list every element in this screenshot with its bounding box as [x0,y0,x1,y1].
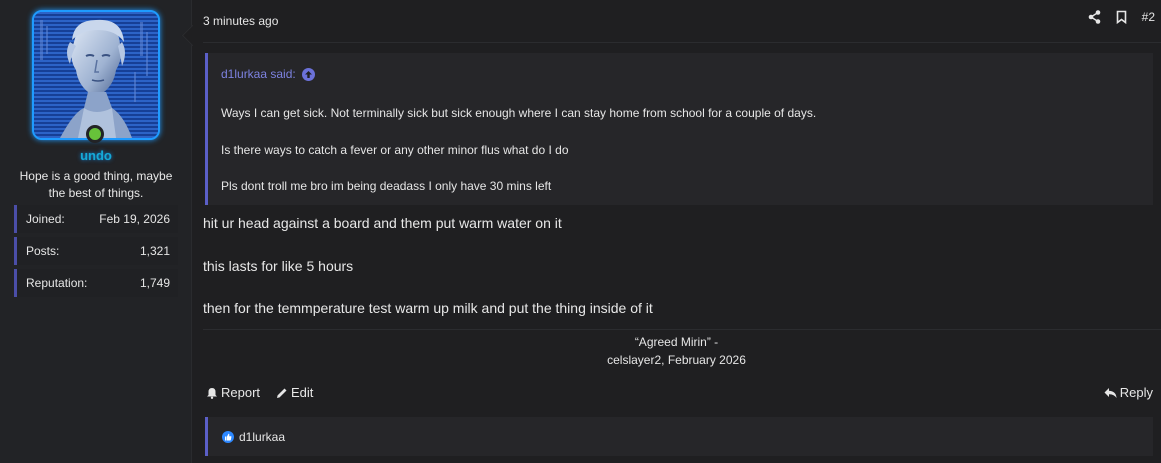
quote-text: Is there ways to catch a fever or any ot… [221,143,569,157]
report-label: Report [221,385,261,400]
bell-icon [207,387,217,399]
stat-value: Feb 19, 2026 [99,212,170,226]
edit-label: Edit [291,385,314,400]
stat-reputation: Reputation: 1,749 [14,269,178,297]
arrow-up-icon[interactable] [301,67,315,81]
quote-author[interactable]: d1lurkaa said: [221,67,315,81]
stat-value[interactable]: 1,321 [140,244,170,258]
avatar[interactable] [32,10,160,140]
statue-avatar-icon [34,12,158,138]
stat-value: 1,749 [139,276,170,290]
stat-label: Posts: [26,244,60,258]
post-text: hit ur head against a board and them put… [203,215,562,231]
quote-block: d1lurkaa said: Ways I can get sick. Not … [205,53,1153,205]
signature-attribution: celslayer2, February 2026 [607,353,746,367]
reaction-users[interactable]: d1lurkaa [239,430,285,444]
post-text: this lasts for like 5 hours [203,258,354,274]
stat-label: Reputation: [26,276,88,290]
like-icon[interactable] [222,430,234,443]
user-title: Hope is a good thing, maybe the best of … [19,169,173,200]
pencil-icon [277,388,287,398]
online-status-icon [86,125,104,143]
reply-icon [1104,387,1117,398]
forum-post: undo Hope is a good thing, maybe the bes… [0,0,1161,463]
post-date[interactable]: 3 minutes ago [203,14,278,28]
stat-posts: Posts: 1,321 [14,237,178,265]
post-number[interactable]: #2 [1142,10,1155,24]
signature-divider [203,329,1161,330]
quote-text: Ways I can get sick. Not terminally sick… [221,106,817,120]
post-text: then for the temmperature test warm up m… [203,300,653,316]
user-stats: Joined: Feb 19, 2026 Posts: 1,321 Reputa… [14,205,178,301]
quote-text: Pls dont troll me bro im being deadass I… [221,179,552,193]
post-main: 3 minutes ago #2 d1lurkaa said: Ways I c… [192,0,1161,463]
edit-button[interactable]: Edit [276,385,313,400]
username[interactable]: undo [0,148,192,163]
reply-button[interactable]: Reply [1104,385,1153,400]
report-button[interactable]: Report [206,385,260,400]
stat-label: Joined: [26,212,65,226]
user-sidebar: undo Hope is a good thing, maybe the bes… [0,0,192,463]
stat-joined: Joined: Feb 19, 2026 [14,205,178,233]
post-header-actions: #2 [1088,10,1155,24]
share-icon[interactable] [1088,10,1101,24]
reply-label: Reply [1119,385,1153,400]
signature-quote: “Agreed Mirin” - [634,335,719,349]
bookmark-icon[interactable] [1115,10,1128,24]
reactions-bar: d1lurkaa [205,417,1153,456]
divider [203,42,1161,43]
quote-author-label[interactable]: d1lurkaa said: [221,67,296,81]
